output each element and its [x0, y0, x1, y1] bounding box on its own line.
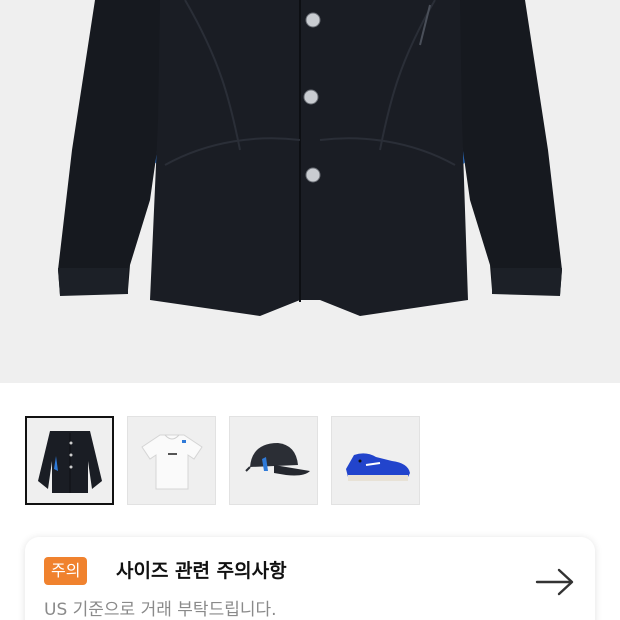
cap-thumb-icon: [244, 442, 310, 475]
thumbnail-sneaker[interactable]: [331, 416, 420, 505]
size-notice-card[interactable]: 주의 사이즈 관련 주의사항 US 기준으로 거래 부탁드립니다.: [25, 537, 595, 620]
product-main-image[interactable]: [0, 0, 620, 383]
thumbnail-cap[interactable]: [229, 416, 318, 505]
thumbnail-jacket[interactable]: [25, 416, 114, 505]
jacket-image: [58, 0, 562, 316]
notice-subtitle: US 기준으로 거래 부탁드립니다.: [44, 600, 277, 620]
jacket-thumb-icon: [37, 430, 102, 493]
notice-badge: 주의: [44, 557, 88, 585]
thumbnail-tshirt[interactable]: [127, 416, 216, 505]
sneaker-thumb-icon: [345, 452, 410, 481]
notice-title: 사이즈 관련 주의사항: [116, 560, 287, 582]
thumbnail-strip: [25, 416, 420, 505]
tshirt-thumb-icon: [140, 434, 203, 489]
arrow-right-icon[interactable]: [535, 567, 575, 597]
